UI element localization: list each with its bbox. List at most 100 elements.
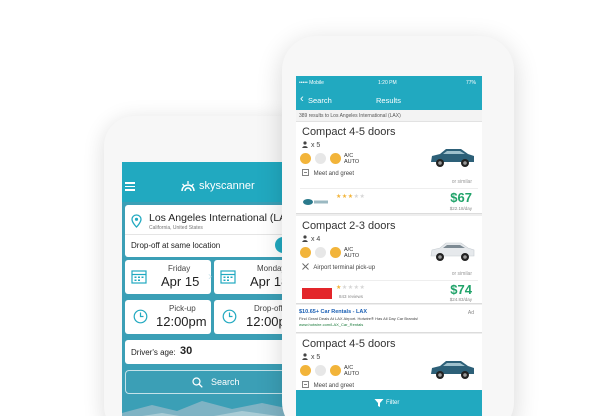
pickup-date: Apr 15 (161, 274, 200, 289)
results-count-bar: 389 results to Los Angeles International… (296, 110, 482, 122)
or-similar-label: or similar (451, 271, 472, 277)
chevron-left-icon[interactable]: ‹ (300, 93, 304, 105)
app-header: skyscanner (122, 162, 300, 202)
person-icon (302, 141, 308, 148)
driver-age-label: Driver's age: (131, 348, 176, 357)
pickup-day: Friday (168, 264, 191, 273)
ad-title[interactable]: $10.65+ Car Rentals - LAX (299, 309, 367, 315)
person-icon (302, 353, 308, 360)
calendar-icon (220, 270, 236, 284)
results-count: 389 results to Los Angeles International… (299, 113, 401, 119)
divider (125, 234, 300, 235)
dropoff-time-label: Drop-off (254, 304, 283, 313)
pickup-time-label: Pick-up (169, 304, 196, 313)
passenger-count: x 5 (302, 141, 320, 149)
nav-bar: ‹ Search Results (296, 90, 482, 110)
passenger-value: x 4 (310, 236, 321, 243)
status-time: 1:20 PM (378, 80, 397, 86)
ac-icon (330, 247, 341, 258)
price: $74 (450, 282, 472, 297)
pickup-type-label: Meet and greet (313, 383, 355, 389)
status-bar: ••••• Mobile 1:20 PM 77% (296, 76, 482, 90)
result-card[interactable]: Compact 2-3 doors x 4 A/C AUTO Airport te… (296, 216, 482, 304)
brand-name: skyscanner (199, 180, 255, 192)
price-per-day: $24.83/day (449, 297, 472, 302)
terminal-icon (302, 263, 309, 270)
ac-icon (330, 365, 341, 376)
review-count: 843 reviews (339, 294, 364, 299)
location-pin-icon (131, 214, 142, 228)
ac-label: A/C AUTO (344, 247, 359, 259)
background-landscape (122, 401, 300, 416)
pickup-type: Meet and greet (302, 381, 354, 389)
passenger-count: x 4 (302, 235, 320, 243)
pickup-time-card[interactable]: Pick-up 12:00pm (125, 300, 211, 334)
ac-label: A/C AUTO (344, 365, 359, 377)
filter-icon (374, 399, 384, 407)
pickup-type: Meet and greet (302, 169, 354, 177)
pickup-date-card[interactable]: Friday Apr 15 (125, 260, 211, 294)
handshake-icon (302, 169, 309, 176)
ad-badge: Ad (467, 310, 474, 316)
calendar-icon (131, 270, 147, 284)
passenger-value: x 5 (310, 354, 321, 361)
passenger-value: x 5 (310, 142, 321, 149)
doors-icon (300, 247, 311, 258)
handshake-icon (302, 381, 309, 388)
price: $67 (450, 190, 472, 205)
car-category: Compact 2-3 doors (302, 220, 396, 232)
carrier-label: ••••• Mobile (299, 80, 324, 86)
dropoff-same-label: Drop-off at same location (131, 241, 221, 250)
transmission-text: AUTO (344, 371, 360, 377)
rating-filled: ★★★ (336, 194, 354, 200)
pickup-location: Los Angeles International (LAX) (149, 212, 297, 224)
rating-empty: ★★★★ (341, 285, 366, 291)
or-similar-label: or similar (451, 179, 472, 185)
search-icon (192, 377, 203, 388)
page-title: Results (376, 96, 402, 105)
vendor-logo (303, 199, 328, 205)
chevron-right-icon: › (208, 269, 212, 283)
car-image (430, 242, 475, 261)
pickup-time: 12:00pm (156, 314, 207, 329)
sunrise-icon (181, 181, 195, 192)
location-card[interactable]: Los Angeles International (LAX) Californ… (125, 205, 300, 257)
person-icon (302, 235, 308, 242)
price-per-day: $22.18/day (449, 206, 472, 211)
search-screen: skyscanner Los Angeles International (LA… (122, 162, 300, 416)
rating-empty: ★★ (353, 194, 366, 200)
bags-icon (315, 247, 326, 258)
pickup-type-label: Airport terminal pick-up (313, 265, 376, 271)
ad-url[interactable]: www.hotwire.com/LAX_Car_Rentals (299, 322, 363, 327)
transmission-text: AUTO (344, 253, 360, 259)
bags-icon (315, 365, 326, 376)
ac-label: A/C AUTO (344, 153, 359, 165)
result-card[interactable]: Compact 4-5 doors x 5 A/C AUTO Meet and g… (296, 334, 482, 394)
filter-button[interactable]: Filter (296, 390, 482, 416)
car-image (431, 149, 474, 167)
doors-icon (300, 365, 311, 376)
rating-stars: ★★★★★ (336, 284, 365, 291)
doors-icon (300, 153, 311, 164)
transmission-text: AUTO (344, 159, 360, 165)
battery-level: 77% (465, 80, 476, 86)
ad-banner[interactable]: $10.65+ Car Rentals - LAX Find Great Dea… (296, 305, 482, 333)
result-card[interactable]: Compact 4-5 doors x 5 A/C AUTO Meet and g… (296, 122, 482, 214)
divider (300, 280, 478, 281)
pickup-type-label: Meet and greet (313, 171, 355, 177)
driver-age-value: 30 (180, 345, 193, 357)
clock-icon (133, 309, 148, 324)
car-image (431, 361, 474, 379)
menu-icon[interactable] (125, 182, 135, 191)
search-button[interactable]: Search (125, 370, 300, 394)
search-form: Los Angeles International (LAX) Californ… (122, 202, 300, 416)
filter-label: Filter (386, 400, 400, 406)
search-button-label: Search (211, 377, 240, 387)
car-category: Compact 4-5 doors (302, 126, 396, 138)
car-category: Compact 4-5 doors (302, 338, 396, 350)
bags-icon (315, 153, 326, 164)
ac-icon (330, 153, 341, 164)
driver-age-card[interactable]: Driver's age: 30 (125, 340, 300, 364)
pickup-type: Airport terminal pick-up (302, 263, 375, 271)
back-button[interactable]: Search (308, 96, 332, 105)
